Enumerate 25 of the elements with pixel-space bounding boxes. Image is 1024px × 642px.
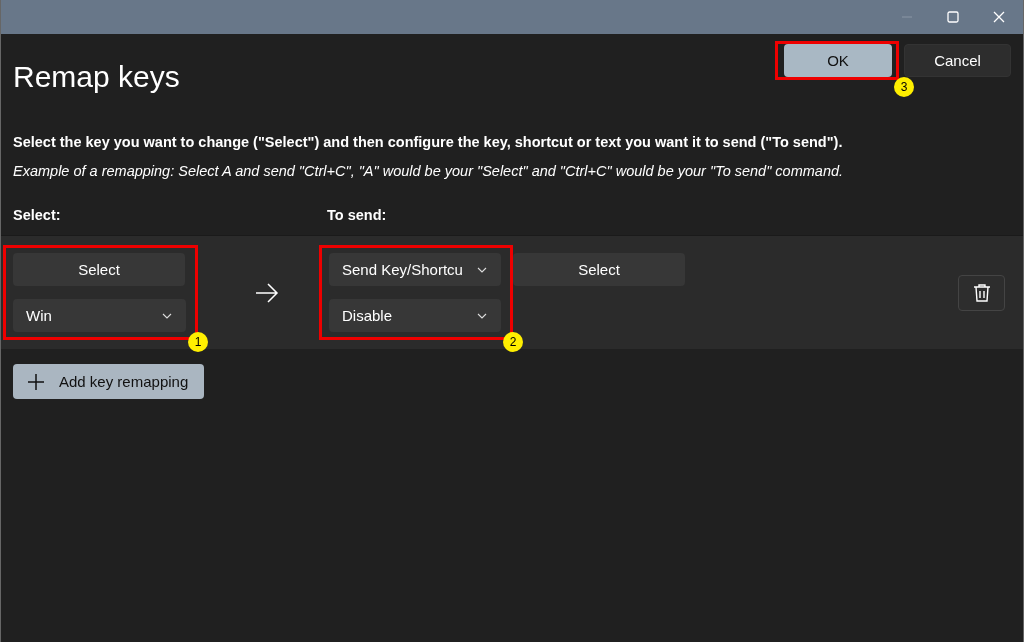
maximize-icon[interactable] [947, 11, 959, 23]
chevron-down-icon [477, 312, 487, 319]
step-number-badge: 3 [894, 77, 914, 97]
step-number-badge: 2 [503, 332, 523, 352]
select-send-key-button[interactable]: Select [513, 253, 685, 286]
example-text: Example of a remapping: Select A and send "Ctrl+C", "A" would be your "Select" and "Ctrl+C" would be your "To send" command. [13, 163, 845, 179]
trash-icon [972, 282, 991, 303]
delete-button[interactable] [958, 274, 1005, 311]
chevron-down-icon [162, 312, 172, 319]
key-dropdown[interactable]: Win [13, 299, 186, 332]
send-value-dropdown[interactable]: Disable [329, 299, 501, 332]
close-icon[interactable] [993, 11, 1005, 23]
plus-icon [27, 372, 45, 391]
column-header: Select: [13, 207, 62, 223]
column-header: To send: [327, 207, 387, 223]
chevron-down-icon [477, 266, 487, 273]
cancel-button[interactable]: Cancel [904, 44, 1011, 77]
ok-button[interactable]: OK [784, 44, 892, 77]
instruction-text: Select the key you want to change ("Select") and then configure the key, shortcut or text you want it to send ("To send"). [13, 134, 844, 150]
right-arrow-icon [255, 282, 279, 303]
add-key-remapping-button[interactable]: Add key remapping [13, 364, 204, 399]
dialog-title: Remap keys [13, 60, 180, 94]
select-key-button[interactable]: Select [13, 253, 185, 286]
step-number-badge: 1 [188, 332, 208, 352]
send-type-dropdown[interactable]: Send Key/Shortcu [329, 253, 501, 286]
